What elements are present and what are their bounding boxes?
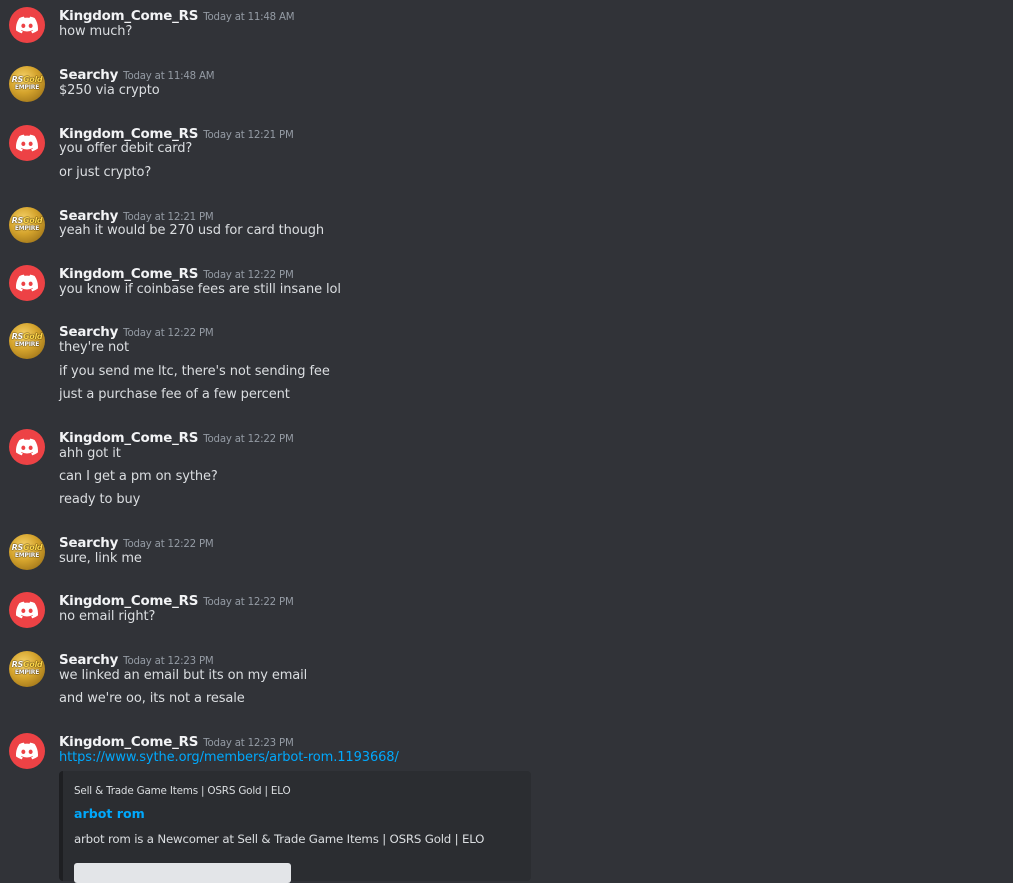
username[interactable]: Kingdom_Come_RS bbox=[59, 431, 198, 446]
username[interactable]: Searchy bbox=[59, 536, 118, 551]
rsgold-empire-logo-text: EMPIRE bbox=[14, 341, 40, 348]
rsgold-empire-logo-text: EMPIRE bbox=[14, 225, 40, 232]
embed-provider[interactable]: Sell & Trade Game Items | OSRS Gold | EL… bbox=[74, 785, 291, 797]
username[interactable]: Kingdom_Come_RS bbox=[59, 9, 198, 24]
message-text: yeah it would be 270 usd for card though bbox=[59, 223, 325, 238]
message-header: Kingdom_Come_RS Today at 12:22 PM bbox=[59, 590, 294, 609]
message-header: Kingdom_Come_RS Today at 12:22 PM bbox=[59, 263, 294, 282]
discord-logo-icon bbox=[16, 438, 38, 456]
avatar[interactable] bbox=[9, 733, 45, 769]
message-text: you know if coinbase fees are still insa… bbox=[59, 282, 341, 297]
message-header: Searchy Today at 12:22 PM bbox=[59, 532, 214, 551]
message-text: and we're oo, its not a resale bbox=[59, 691, 245, 706]
username[interactable]: Kingdom_Come_RS bbox=[59, 267, 198, 282]
message-link[interactable]: https://www.sythe.org/members/arbot-rom.… bbox=[59, 749, 399, 767]
rsgold-empire-logo-text: EMPIRE bbox=[14, 669, 40, 676]
timestamp: Today at 11:48 AM bbox=[203, 12, 295, 23]
username[interactable]: Kingdom_Come_RS bbox=[59, 735, 198, 750]
link-embed: Sell & Trade Game Items | OSRS Gold | EL… bbox=[59, 771, 531, 883]
discord-logo-icon bbox=[16, 134, 38, 152]
message-text: ready to buy bbox=[59, 492, 141, 507]
discord-logo-icon bbox=[16, 742, 38, 760]
timestamp: Today at 12:22 PM bbox=[123, 328, 214, 339]
discord-logo-icon bbox=[16, 274, 38, 292]
rsgold-empire-logo-text: EMPIRE bbox=[14, 552, 40, 559]
timestamp: Today at 12:23 PM bbox=[203, 738, 294, 749]
username[interactable]: Searchy bbox=[59, 325, 118, 340]
username[interactable]: Searchy bbox=[59, 653, 118, 668]
message-text: we linked an email but its on my email bbox=[59, 668, 308, 683]
rsgold-empire-logo: RSGold bbox=[11, 660, 43, 669]
timestamp: Today at 12:23 PM bbox=[123, 656, 214, 667]
avatar[interactable] bbox=[9, 7, 45, 43]
avatar[interactable]: RSGold EMPIRE bbox=[9, 651, 45, 687]
message-header: Searchy Today at 12:22 PM bbox=[59, 321, 214, 340]
timestamp: Today at 12:22 PM bbox=[203, 597, 294, 608]
timestamp: Today at 12:22 PM bbox=[123, 539, 214, 550]
rsgold-empire-logo: RSGold bbox=[11, 543, 43, 552]
avatar[interactable] bbox=[9, 265, 45, 301]
discord-logo-icon bbox=[16, 601, 38, 619]
timestamp: Today at 12:22 PM bbox=[203, 270, 294, 281]
avatar[interactable] bbox=[9, 429, 45, 465]
message-header: Kingdom_Come_RS Today at 11:48 AM bbox=[59, 5, 295, 24]
message-text: they're not bbox=[59, 340, 129, 355]
rsgold-empire-logo: RSGold bbox=[11, 332, 43, 341]
embed-description: arbot rom is a Newcomer at Sell & Trade … bbox=[74, 832, 485, 846]
chat-messages: Kingdom_Come_RS Today at 11:48 AM how muc… bbox=[0, 0, 1013, 883]
embed-image[interactable] bbox=[74, 863, 291, 883]
rsgold-empire-logo: RSGold bbox=[11, 75, 43, 84]
avatar[interactable]: RSGold EMPIRE bbox=[9, 534, 45, 570]
message-header: Kingdom_Come_RS Today at 12:22 PM bbox=[59, 427, 294, 446]
message-text: you offer debit card? bbox=[59, 141, 193, 156]
message-text: no email right? bbox=[59, 609, 156, 624]
avatar[interactable]: RSGold EMPIRE bbox=[9, 207, 45, 243]
avatar[interactable]: RSGold EMPIRE bbox=[9, 323, 45, 359]
message-header: Kingdom_Come_RS Today at 12:23 PM bbox=[59, 731, 294, 750]
message-text: $250 via crypto bbox=[59, 83, 160, 98]
avatar[interactable]: RSGold EMPIRE bbox=[9, 66, 45, 102]
avatar[interactable] bbox=[9, 125, 45, 161]
rsgold-empire-logo: RSGold bbox=[11, 216, 43, 225]
timestamp: Today at 11:48 AM bbox=[123, 71, 215, 82]
message-text: if you send me ltc, there's not sending … bbox=[59, 364, 330, 379]
message-text: how much? bbox=[59, 24, 133, 39]
message-text: sure, link me bbox=[59, 551, 142, 566]
timestamp: Today at 12:22 PM bbox=[203, 434, 294, 445]
rsgold-empire-logo-text: EMPIRE bbox=[14, 84, 40, 91]
avatar[interactable] bbox=[9, 592, 45, 628]
timestamp: Today at 12:21 PM bbox=[203, 130, 294, 141]
message-header: Searchy Today at 11:48 AM bbox=[59, 64, 215, 83]
message-header: Searchy Today at 12:23 PM bbox=[59, 649, 214, 668]
username[interactable]: Kingdom_Come_RS bbox=[59, 594, 198, 609]
message-text: just a purchase fee of a few percent bbox=[59, 387, 290, 402]
message-text: can I get a pm on sythe? bbox=[59, 469, 218, 484]
username[interactable]: Searchy bbox=[59, 68, 118, 83]
discord-logo-icon bbox=[16, 16, 38, 34]
embed-title[interactable]: arbot rom bbox=[74, 806, 145, 821]
message-text: or just crypto? bbox=[59, 165, 152, 180]
message-text: ahh got it bbox=[59, 446, 121, 461]
